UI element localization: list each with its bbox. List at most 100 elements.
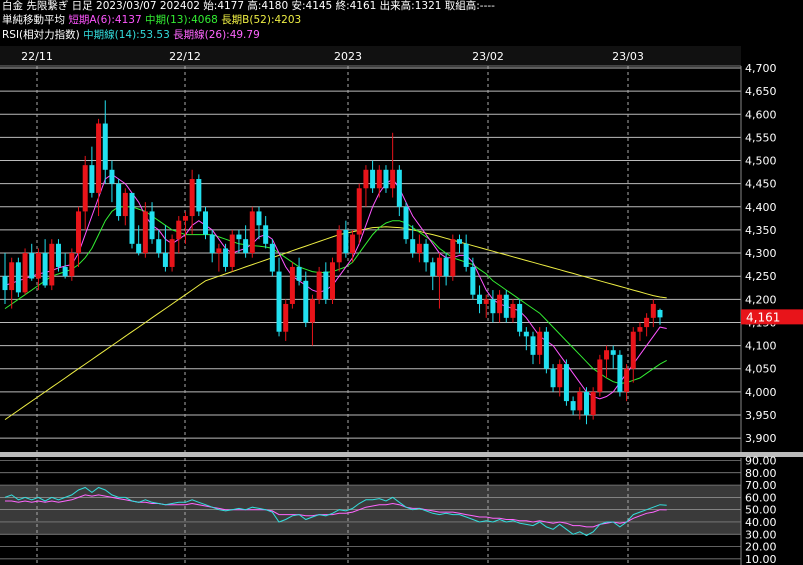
candle-body (196, 179, 202, 212)
candle-body (577, 391, 583, 411)
candle-body (9, 262, 15, 291)
candle-body (396, 169, 402, 207)
candle-body (356, 188, 362, 235)
candle-body (443, 257, 449, 277)
candle-body (403, 206, 409, 240)
candle-body (637, 327, 643, 332)
candle-body (169, 239, 175, 267)
candle-body (510, 303, 516, 318)
date-axis-label: 2023 (334, 50, 362, 63)
candle-body (62, 266, 68, 277)
price-chart[interactable]: 22/11 22/12 2023 23/02 23/03 4,700 4,650 4,600 4… (0, 0, 803, 565)
candle-body (483, 299, 489, 304)
price-axis-tick: 4,100 (745, 340, 777, 353)
candle-body (49, 243, 55, 286)
candle-body (343, 229, 349, 254)
candle-body (2, 276, 8, 291)
candle-body (203, 211, 209, 235)
candle-body (182, 216, 188, 221)
candle-body (283, 303, 289, 332)
candle-body (76, 211, 82, 254)
price-axis-tick: 4,450 (745, 178, 777, 191)
price-axis-tick: 3,950 (745, 409, 777, 422)
candle-body (176, 220, 182, 240)
candle-body (376, 169, 382, 189)
candle-body (296, 266, 302, 281)
price-axis-tick: 4,400 (745, 201, 777, 214)
candle-body (229, 234, 235, 267)
candle-body (249, 211, 255, 254)
candle-body (22, 253, 28, 293)
rsi-axis-tick: 50.00 (745, 504, 777, 517)
candle-body (617, 354, 623, 392)
candle-body (530, 336, 536, 355)
candle-body (35, 253, 41, 279)
candle-body (89, 165, 95, 193)
candle-body (517, 303, 523, 332)
candle-body (156, 239, 162, 254)
rsi-axis-tick: 10.00 (745, 553, 777, 565)
candle-body (109, 169, 115, 184)
candle-body (390, 169, 396, 189)
candle-body (523, 331, 529, 337)
candle-body (15, 262, 21, 293)
candle-body (470, 266, 476, 295)
candle-body (209, 234, 215, 254)
candle-body (55, 243, 61, 267)
candle-body (142, 211, 148, 254)
candle-body (450, 239, 456, 277)
candle-body (289, 266, 295, 304)
candle-body (650, 303, 656, 318)
candle-body (316, 271, 322, 300)
rsi-axis-tick: 20.00 (745, 541, 777, 554)
price-axis-tick: 4,550 (745, 131, 777, 144)
candle-body (82, 165, 88, 212)
price-axis-tick: 4,650 (745, 85, 777, 98)
panel-separator (0, 452, 803, 457)
candle-body (330, 262, 335, 300)
candle-body (490, 299, 496, 314)
candle-body (657, 309, 663, 318)
price-axis-tick: 4,700 (745, 62, 777, 75)
candle-body (370, 169, 376, 189)
candle-body (416, 243, 422, 254)
candle-body (570, 401, 576, 411)
candle-body (477, 294, 483, 304)
candle-body (503, 294, 509, 318)
candle-body (303, 280, 309, 323)
candle-body (497, 294, 503, 314)
price-axis-tick: 4,050 (745, 363, 777, 376)
price-axis-tick: 4,200 (745, 293, 777, 306)
candle-body (216, 248, 222, 254)
candle-body (550, 368, 556, 388)
ma-mid-line (4, 206, 667, 385)
candle-body (42, 253, 48, 286)
candle-body (29, 253, 35, 279)
candle-body (537, 331, 543, 355)
candle-body (604, 350, 610, 360)
candle-body (96, 123, 102, 193)
rsi-axis-tick: 40.00 (745, 516, 777, 529)
price-axis-tick: 4,600 (745, 108, 777, 121)
date-axis-label: 23/02 (472, 50, 504, 63)
candle-body (122, 192, 128, 217)
candle-body (383, 169, 389, 189)
date-axis-label: 22/11 (21, 50, 53, 63)
candle-body (350, 234, 356, 254)
candle-body (644, 317, 650, 328)
candle-body (256, 211, 262, 226)
candle-body (309, 299, 315, 323)
rsi-axis-tick: 80.00 (745, 467, 777, 480)
candle-body (630, 331, 636, 369)
candle-body (69, 253, 75, 277)
rsi-axis-tick: 90.00 (745, 454, 777, 467)
date-axis-label: 23/03 (612, 50, 644, 63)
candle-body (149, 211, 155, 240)
candle-body (597, 359, 603, 392)
candle-body (223, 248, 229, 267)
date-axis-label: 22/12 (169, 50, 201, 63)
candle-body (557, 364, 563, 388)
rsi-axis-tick: 60.00 (745, 491, 777, 504)
candle-body (336, 229, 342, 263)
candle-body (590, 391, 596, 415)
